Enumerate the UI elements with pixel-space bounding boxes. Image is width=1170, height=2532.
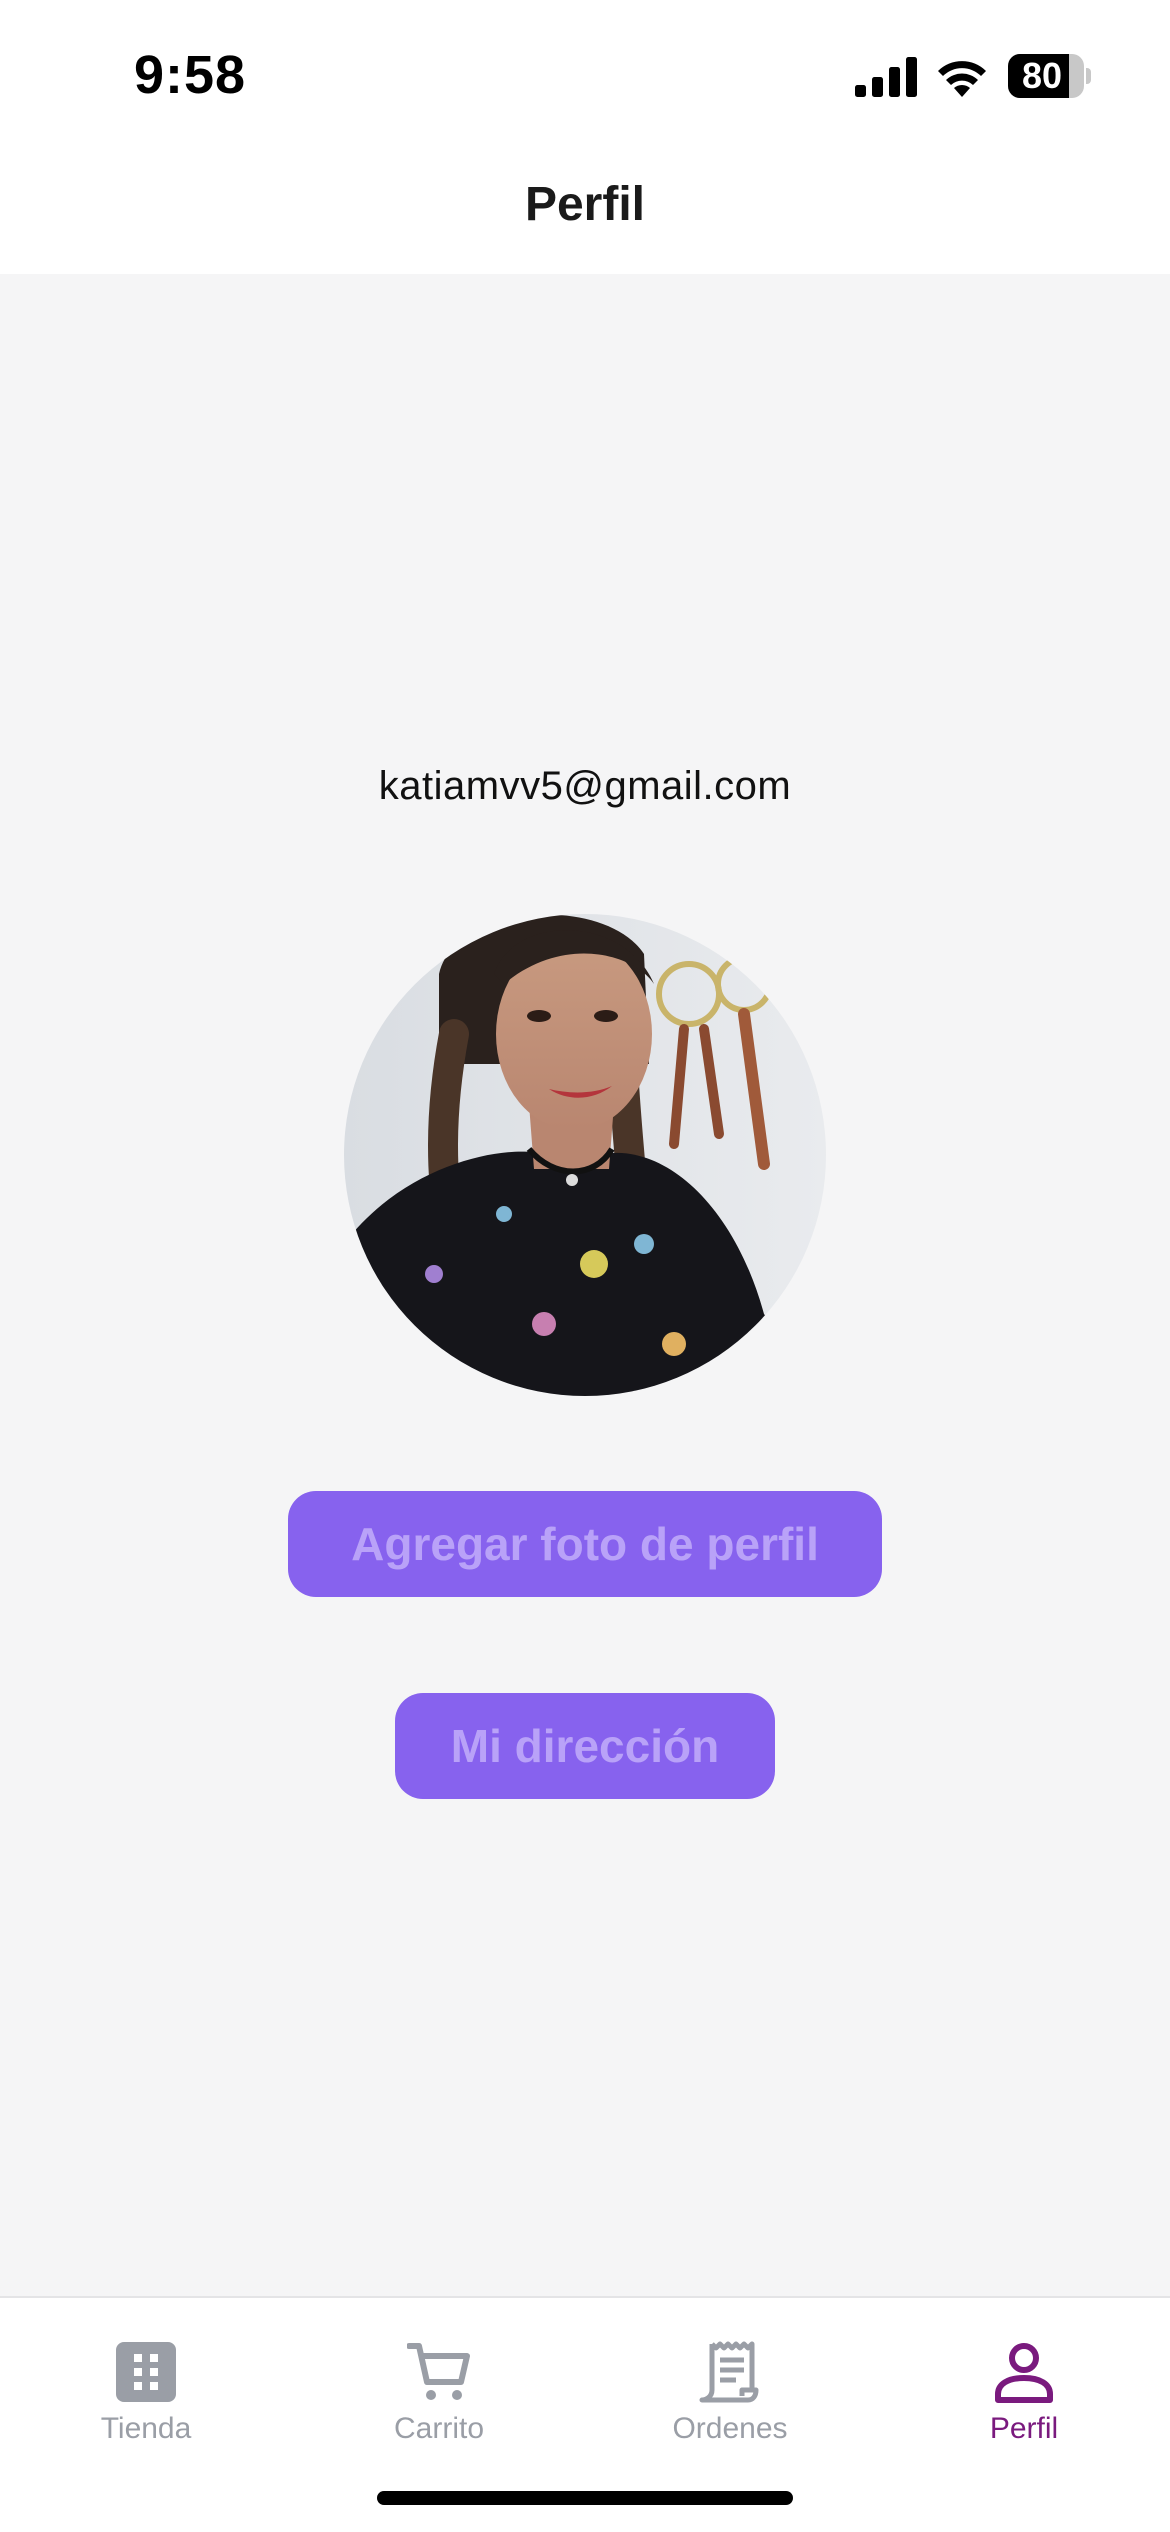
- profile-content: katiamvv5@gmail.com Agregar foto de perf…: [0, 274, 1170, 2296]
- profile-screen: 9:58 80 Perfil katiamvv5@gmail.com Agreg…: [0, 0, 1170, 2532]
- status-bar: 9:58 80: [0, 0, 1170, 140]
- grid-icon: [116, 2342, 176, 2402]
- nav-header: Perfil: [0, 140, 1170, 274]
- tab-label-perfil: Perfil: [989, 2412, 1059, 2445]
- tab-ordenes[interactable]: Ordenes: [630, 2340, 830, 2460]
- add-profile-photo-button[interactable]: Agregar foto de perfil: [288, 1491, 882, 1597]
- profile-photo: [344, 914, 826, 1396]
- home-indicator: [377, 2491, 793, 2505]
- tab-tienda[interactable]: Tienda: [46, 2340, 246, 2460]
- status-time: 9:58: [134, 45, 247, 105]
- wifi-icon: [938, 61, 986, 97]
- battery-level: 80: [1021, 55, 1063, 96]
- tab-label-tienda: Tienda: [100, 2412, 192, 2445]
- user-icon: [995, 2343, 1053, 2403]
- tab-label-carrito: Carrito: [393, 2412, 484, 2445]
- cart-icon: [407, 2343, 470, 2400]
- user-email: katiamvv5@gmail.com: [378, 764, 792, 808]
- signal-icon: [855, 57, 917, 97]
- tab-carrito[interactable]: Carrito: [339, 2340, 539, 2460]
- battery-icon: 80: [1008, 54, 1091, 98]
- avatar: [344, 914, 826, 1396]
- tab-perfil[interactable]: Perfil: [924, 2340, 1124, 2460]
- page-title: Perfil: [524, 177, 646, 231]
- receipt-icon: [699, 2341, 759, 2403]
- tab-label-ordenes: Ordenes: [672, 2412, 788, 2445]
- my-address-button[interactable]: Mi dirección: [395, 1693, 775, 1799]
